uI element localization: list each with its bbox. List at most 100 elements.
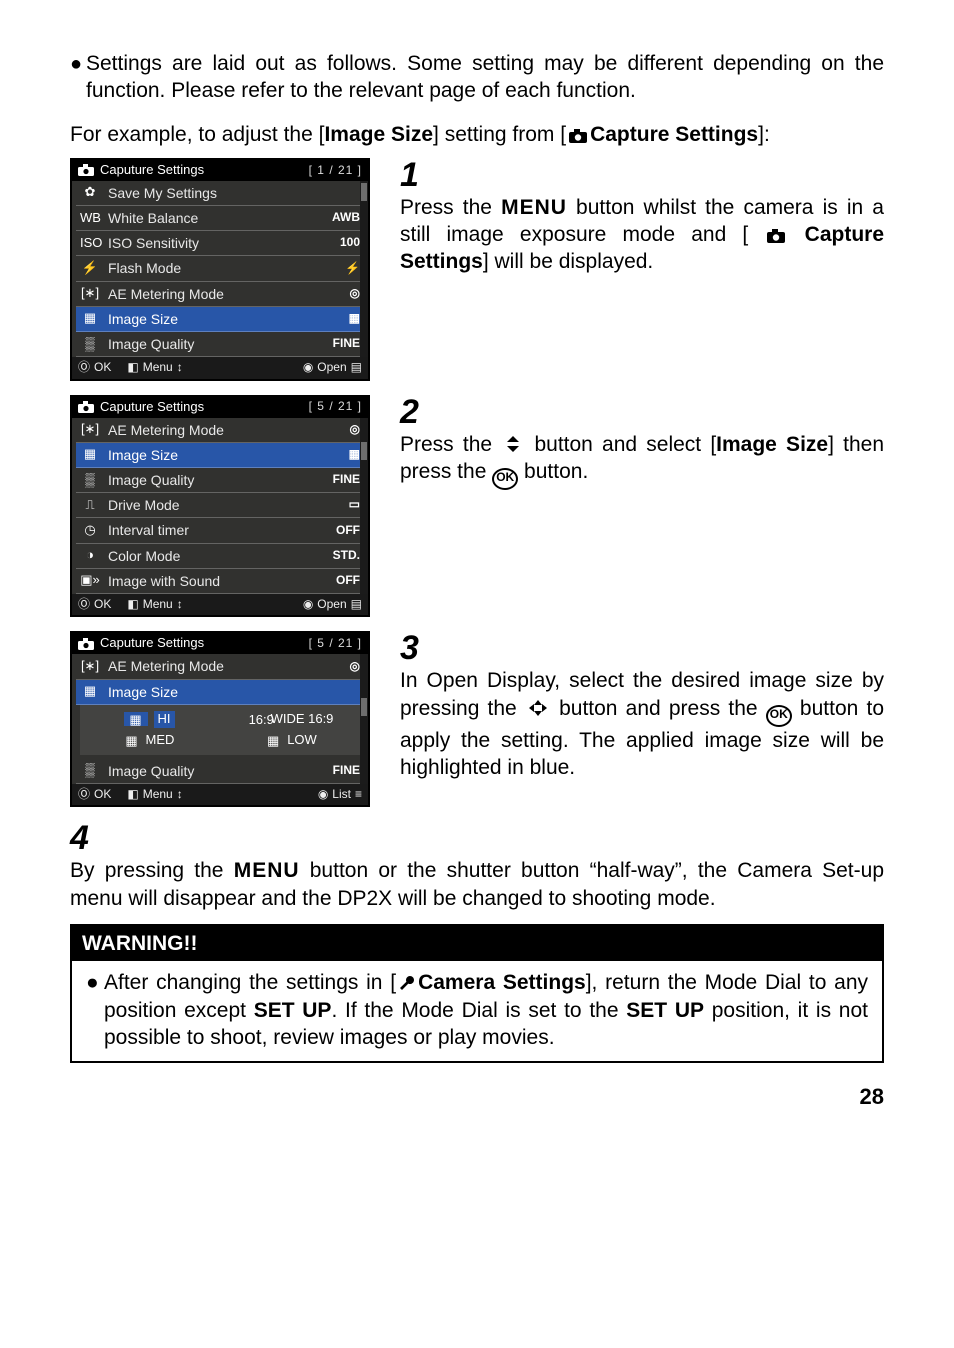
page-indicator: [ 5 / 21 ]	[309, 399, 362, 415]
submenu: ▦HI 16:9WIDE 16:9 ▦ MED ▦LOW	[80, 705, 360, 755]
label: ISO Sensitivity	[108, 234, 199, 252]
menu-item[interactable]: ◷Interval timerOFF	[76, 518, 364, 543]
ok-icon: Ⓞ	[78, 360, 90, 376]
updown-arrows-icon	[503, 434, 523, 454]
label: Image with Sound	[108, 572, 220, 590]
list-label: List	[332, 787, 351, 803]
menu-item[interactable]: [∗]AE Metering Mode◎	[76, 654, 364, 679]
save-icon: ✿	[80, 184, 100, 201]
camera-icon	[78, 638, 94, 650]
label: Interval timer	[108, 521, 189, 539]
updown-icon: ↕	[177, 787, 183, 803]
ae-icon: [∗]	[80, 421, 100, 438]
color-icon: ◑	[80, 547, 100, 564]
value: AWB	[324, 210, 360, 226]
txt: button and select [	[525, 433, 716, 456]
page-indicator: [ 5 / 21 ]	[309, 636, 362, 652]
label: Image Size	[108, 446, 178, 464]
ok-icon: Ⓞ	[78, 787, 90, 803]
scrollbar[interactable]	[360, 418, 368, 594]
menu-item[interactable]: ✿Save My Settings	[76, 181, 364, 206]
menu-button-label: MENU	[234, 859, 300, 882]
grid-icon: ▦	[80, 446, 100, 463]
ok-button-icon: OK	[492, 468, 518, 490]
value: STD.	[324, 548, 360, 564]
ok-label: OK	[94, 360, 111, 376]
setup-bold: SET UP	[254, 999, 332, 1022]
ok-icon: Ⓞ	[78, 597, 90, 613]
option-wide[interactable]: 16:9WIDE 16:9	[224, 711, 358, 728]
menu-item[interactable]: ◑ Color Mode STD.	[76, 544, 364, 569]
txt: Press the	[400, 433, 501, 456]
menu-item[interactable]: ▣»Image with SoundOFF	[76, 569, 364, 594]
label: White Balance	[108, 209, 198, 227]
menu-item-selected[interactable]: ▦Image Size▦	[76, 307, 364, 332]
menu-item[interactable]: ▒Image QualityFINE	[76, 759, 364, 784]
label: Image Quality	[108, 471, 194, 489]
txt: . If the Mode Dial is set to the	[331, 999, 626, 1022]
image-size-bold: Image Size	[716, 433, 828, 456]
label: Color Mode	[108, 547, 180, 565]
step-number-2: 2	[400, 395, 884, 429]
step-number-1: 1	[400, 158, 884, 192]
menu-item[interactable]: [∗]AE Metering Mode◎	[76, 418, 364, 443]
value: 100	[324, 235, 360, 251]
image-size-bold: Image Size	[324, 123, 433, 146]
label: Drive Mode	[108, 496, 180, 514]
menu-item[interactable]: ISOISO Sensitivity100	[76, 231, 364, 256]
grid-icon: ▦	[124, 733, 140, 747]
scrollbar[interactable]	[360, 654, 368, 783]
step-4: 4 By pressing the MENU button or the shu…	[70, 821, 884, 912]
quality-icon: ▒	[80, 472, 100, 489]
screen-title: Caputure Settings	[100, 399, 204, 416]
capture-settings-bold: Capture Settings	[590, 123, 758, 146]
opt-label: HI	[154, 711, 175, 728]
menu-item[interactable]: ⎍ Drive Mode ▭	[76, 493, 364, 518]
step-1: Caputure Settings [ 1 / 21 ] ✿Save My Se…	[70, 158, 884, 381]
menu-item-selected[interactable]: ▦Image Size▦	[76, 443, 364, 468]
menu-item[interactable]: ⚡Flash Mode⚡	[76, 256, 364, 281]
option-hi[interactable]: ▦HI	[82, 711, 216, 728]
quality-icon: ▒	[80, 336, 100, 353]
step-4-text: By pressing the MENU button or the shutt…	[70, 857, 884, 912]
menu-item[interactable]: WBWhite BalanceAWB	[76, 206, 364, 231]
camera-icon	[766, 228, 786, 244]
quality-icon: ▒	[80, 762, 100, 779]
menu-item[interactable]: ▒Image QualityFINE	[76, 332, 364, 357]
value: ◎	[324, 286, 360, 302]
option-low[interactable]: ▦LOW	[224, 732, 358, 749]
drive-icon: ⎍	[80, 497, 100, 514]
step-3-text: In Open Display, select the desired imag…	[400, 667, 884, 781]
open-label: Open	[317, 597, 346, 613]
screen-title: Caputure Settings	[100, 162, 204, 179]
menu-item-selected[interactable]: ▦Image Size	[76, 680, 364, 705]
txt: After changing the settings in [	[104, 971, 396, 994]
step-2: Caputure Settings [ 5 / 21 ] [∗]AE Meter…	[70, 395, 884, 618]
scrollbar[interactable]	[360, 181, 368, 357]
menu-icon: ◧	[127, 360, 138, 376]
scroll-thumb[interactable]	[361, 183, 367, 201]
scroll-thumb[interactable]	[361, 698, 367, 716]
scroll-thumb[interactable]	[361, 442, 367, 460]
screen-footer: ⓄOK ◧Menu↕ ◉Open▤	[72, 594, 368, 616]
value: FINE	[324, 336, 360, 352]
menu-item[interactable]: ▒Image QualityFINE	[76, 468, 364, 493]
step-1-text: Press the MENU button whilst the camera …	[400, 194, 884, 276]
option-med[interactable]: ▦ MED	[82, 732, 216, 749]
warning-box: WARNING!! ● After changing the settings …	[70, 924, 884, 1063]
four-way-arrows-icon	[527, 698, 549, 718]
camera-icon	[568, 128, 588, 144]
screen-title: Caputure Settings	[100, 635, 204, 652]
menu-item[interactable]: [∗]AE Metering Mode◎	[76, 282, 364, 307]
disp-icon: ◉	[303, 597, 313, 613]
page-number: 28	[70, 1083, 884, 1112]
step-number-3: 3	[400, 631, 884, 665]
opt-label: LOW	[287, 732, 317, 749]
list-icon: ≡	[355, 787, 362, 803]
camera-icon	[78, 401, 94, 413]
value: ◎	[324, 659, 360, 675]
value: ▭	[324, 497, 360, 513]
open-label: Open	[317, 360, 346, 376]
opt-label: MED	[146, 732, 175, 749]
opt-label: WIDE 16:9	[271, 711, 334, 728]
